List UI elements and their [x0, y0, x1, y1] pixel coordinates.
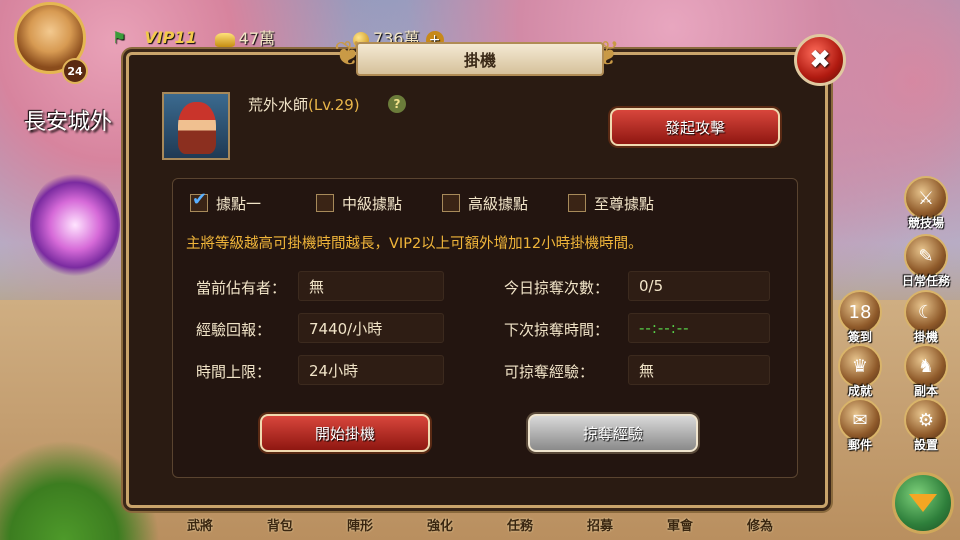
daily-task-label: 日常任務: [901, 274, 950, 288]
checkbox-checked-icon[interactable]: [190, 189, 208, 212]
raidable-exp-label: 可掠奪經驗：: [504, 363, 595, 381]
menu-cultivation[interactable]: 修為: [720, 515, 800, 534]
hero-level: (Lv.29): [308, 96, 360, 114]
hero-portrait[interactable]: [162, 92, 230, 160]
mail-button[interactable]: ✉ 郵件: [834, 398, 886, 453]
next-raid-timer: --:--:--: [628, 313, 770, 343]
idle-notice: 主將等級越高可掛機時間越長，VIP2以上可額外增加12小時掛機時間。: [186, 236, 643, 252]
chevron-down-icon: [909, 494, 937, 512]
time-limit-value: 24小時: [298, 355, 444, 385]
exp-return-value: 7440/小時: [298, 313, 444, 343]
tab-label: 中級據點: [342, 194, 403, 213]
stronghold-tabs: 據點一 中級據點 高級據點 至尊據點: [190, 189, 790, 214]
checkbox-icon[interactable]: [316, 194, 334, 212]
time-limit-label: 時間上限：: [196, 363, 272, 381]
bottom-menu: 武將 背包 陣形 強化 任務 招募 軍會 修為: [160, 508, 800, 540]
vip-level[interactable]: VIP11: [144, 28, 196, 47]
menu-formation[interactable]: 陣形: [320, 515, 400, 534]
achievement-button[interactable]: ♛ 成就: [834, 344, 886, 399]
portal[interactable]: [30, 170, 120, 280]
tab-mid-stronghold[interactable]: 中級據點: [316, 192, 442, 214]
hero-name-text: 荒外水師: [248, 96, 309, 114]
gold-amount: 47萬: [238, 29, 276, 48]
occupant-label: 當前佔有者：: [196, 279, 287, 297]
dialog-title: 掛機: [356, 42, 604, 76]
tab-stronghold-1[interactable]: 據點一: [190, 189, 316, 214]
menu-generals[interactable]: 武將: [160, 515, 240, 534]
settings-button[interactable]: ⚙ 設置: [900, 398, 952, 453]
tab-supreme-stronghold[interactable]: 至尊據點: [568, 192, 694, 214]
sign-in-button[interactable]: 18 簽到: [834, 290, 886, 345]
idle-button[interactable]: ☾ 掛機: [900, 290, 952, 345]
tab-high-stronghold[interactable]: 高級據點: [442, 192, 568, 214]
settings-label: 設置: [913, 438, 938, 452]
checkbox-icon[interactable]: [568, 194, 586, 212]
close-button[interactable]: ✖: [794, 34, 846, 86]
occupant-value: 無: [298, 271, 444, 301]
hero-figure-icon: [178, 102, 216, 154]
daily-raids-value: 0/5: [628, 271, 770, 301]
menu-guild[interactable]: 軍會: [640, 515, 720, 534]
gold-ingot-icon: [214, 32, 235, 47]
menu-recruit[interactable]: 招募: [560, 515, 640, 534]
sign-in-label: 簽到: [847, 330, 872, 344]
help-icon[interactable]: ?: [388, 95, 406, 113]
expand-menu-button[interactable]: [892, 472, 954, 534]
tab-label: 高級據點: [468, 194, 529, 213]
location-name: 長安城外: [24, 110, 113, 135]
launch-attack-button[interactable]: 發起攻擊: [610, 108, 780, 146]
arena-button[interactable]: ⚔ 競技場: [900, 176, 952, 231]
mail-label: 郵件: [847, 438, 872, 452]
menu-bag[interactable]: 背包: [240, 515, 320, 534]
daily-task-button[interactable]: ✎ 日常任務: [900, 234, 952, 289]
dungeon-button[interactable]: ♞ 副本: [900, 344, 952, 399]
arena-label: 競技場: [907, 216, 944, 230]
tab-label: 據點一: [216, 194, 262, 213]
tab-label: 至尊據點: [594, 194, 655, 213]
menu-enhance[interactable]: 強化: [400, 515, 480, 534]
dungeon-label: 副本: [913, 384, 938, 398]
exp-return-label: 經驗回報：: [196, 321, 272, 339]
gold-resource: 47萬: [214, 25, 276, 49]
next-raid-label: 下次掠奪時間：: [504, 321, 610, 339]
idle-label: 掛機: [913, 330, 938, 344]
raidable-exp-value: 無: [628, 355, 770, 385]
menu-quests[interactable]: 任務: [480, 515, 560, 534]
flag-icon[interactable]: ⚑: [112, 28, 126, 47]
start-idle-button[interactable]: 開始掛機: [260, 414, 430, 452]
achievement-label: 成就: [847, 384, 872, 398]
daily-raids-label: 今日掠奪次數：: [504, 279, 610, 297]
plunder-exp-button[interactable]: 掠奪經驗: [528, 414, 698, 452]
player-level-badge: 24: [62, 58, 88, 84]
hero-name: 荒外水師(Lv.29): [248, 94, 360, 115]
checkbox-icon[interactable]: [442, 194, 460, 212]
